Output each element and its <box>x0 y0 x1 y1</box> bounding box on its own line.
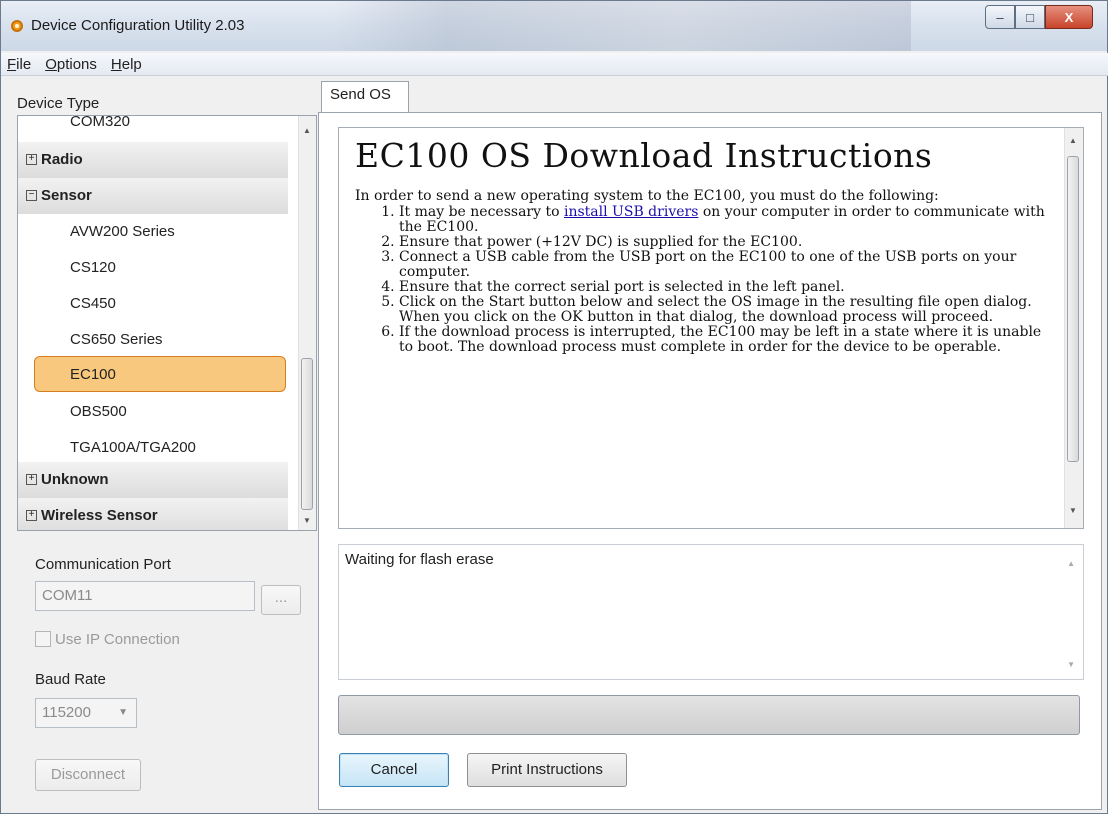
tree-item-tga100a[interactable]: TGA100A/TGA200 <box>18 430 288 466</box>
use-ip-label: Use IP Connection <box>55 631 180 648</box>
disconnect-button[interactable]: Disconnect <box>35 759 141 791</box>
tree-item-ec100[interactable]: EC100 <box>34 356 286 392</box>
window-title: Device Configuration Utility 2.03 <box>31 17 245 34</box>
title-bar[interactable]: Device Configuration Utility 2.03 – □ X <box>1 1 1107 51</box>
tree-item-avw200[interactable]: AVW200 Series <box>18 214 288 250</box>
instruction-step: Click on the Start button below and sele… <box>399 295 1055 325</box>
instructions-scrollbar[interactable]: ▲ ▼ <box>1064 128 1083 528</box>
scroll-up-icon[interactable]: ▲ <box>1069 136 1077 145</box>
maximize-button[interactable]: □ <box>1015 5 1045 29</box>
instruction-step: If the download process is interrupted, … <box>399 325 1055 355</box>
instruction-step: Ensure that power (+12V DC) is supplied … <box>399 235 1055 250</box>
tree-item-cs650[interactable]: CS650 Series <box>18 322 288 358</box>
close-button[interactable]: X <box>1045 5 1093 29</box>
tree-item-obs500[interactable]: OBS500 <box>18 394 288 430</box>
use-ip-checkbox[interactable] <box>35 631 51 647</box>
instruction-step: Connect a USB cable from the USB port on… <box>399 250 1055 280</box>
scroll-thumb[interactable] <box>301 358 313 510</box>
maximize-icon: □ <box>1026 9 1034 25</box>
scroll-up-icon[interactable]: ▲ <box>1067 559 1075 568</box>
tree-group-unknown[interactable]: + Unknown <box>18 462 288 498</box>
device-type-label: Device Type <box>17 95 100 112</box>
minimize-button[interactable]: – <box>985 5 1015 29</box>
device-type-tree[interactable]: COM320 + Radio − Sensor AVW200 Series CS12… <box>17 115 317 531</box>
tree-item-cs450[interactable]: CS450 <box>18 286 288 322</box>
minimize-icon: – <box>996 9 1004 25</box>
print-instructions-button[interactable]: Print Instructions <box>467 753 627 787</box>
baud-rate-select[interactable]: 115200 ▼ <box>35 698 137 728</box>
expand-icon[interactable]: + <box>26 153 37 165</box>
comm-port-label: Communication Port <box>35 556 171 573</box>
instructions-steps: It may be necessary to install USB drive… <box>355 205 1055 355</box>
instructions-intro: In order to send a new operating system … <box>355 188 939 204</box>
close-icon: X <box>1064 9 1074 25</box>
status-log-text: Waiting for flash erase <box>345 551 494 568</box>
instruction-step: It may be necessary to install USB drive… <box>399 205 1055 235</box>
tree-item-com320[interactable]: COM320 <box>18 116 288 140</box>
chevron-down-icon: ▼ <box>118 707 128 718</box>
scroll-down-icon[interactable]: ▼ <box>1069 506 1077 515</box>
browse-port-button[interactable]: ... <box>261 585 301 615</box>
tree-group-radio[interactable]: + Radio <box>18 142 288 178</box>
scroll-thumb[interactable] <box>1067 156 1079 462</box>
menu-options[interactable]: Options <box>45 56 97 73</box>
app-logo-icon <box>11 20 23 32</box>
tree-group-wireless-sensor[interactable]: + Wireless Sensor <box>18 498 288 530</box>
comm-port-field[interactable]: COM11 <box>35 581 255 611</box>
tree-item-cs120[interactable]: CS120 <box>18 250 288 286</box>
baud-rate-label: Baud Rate <box>35 671 106 688</box>
tree-scrollbar[interactable]: ▲ ▼ <box>298 116 316 530</box>
tab-send-os[interactable]: Send OS <box>321 81 409 113</box>
expand-icon[interactable]: + <box>26 509 37 521</box>
download-progress-bar <box>338 695 1080 735</box>
menu-bar: File Options Help <box>1 53 1108 76</box>
cancel-button[interactable]: Cancel <box>339 753 449 787</box>
app-window: Device Configuration Utility 2.03 – □ X … <box>0 0 1108 814</box>
menu-file[interactable]: File <box>7 56 31 73</box>
instructions-heading: EC100 OS Download Instructions <box>355 136 933 175</box>
tree-group-sensor[interactable]: − Sensor <box>18 178 288 214</box>
expand-icon[interactable]: + <box>26 473 37 485</box>
collapse-icon[interactable]: − <box>26 189 37 201</box>
instruction-step: Ensure that the correct serial port is s… <box>399 280 1055 295</box>
instructions-viewer[interactable]: EC100 OS Download Instructions In order … <box>338 127 1084 529</box>
scroll-up-icon[interactable]: ▲ <box>303 126 311 135</box>
scroll-down-icon[interactable]: ▼ <box>1067 660 1075 669</box>
menu-help[interactable]: Help <box>111 56 142 73</box>
scroll-down-icon[interactable]: ▼ <box>303 516 311 525</box>
status-log[interactable]: Waiting for flash erase ▲ ▼ <box>338 544 1084 680</box>
install-usb-drivers-link[interactable]: install USB drivers <box>564 204 698 220</box>
